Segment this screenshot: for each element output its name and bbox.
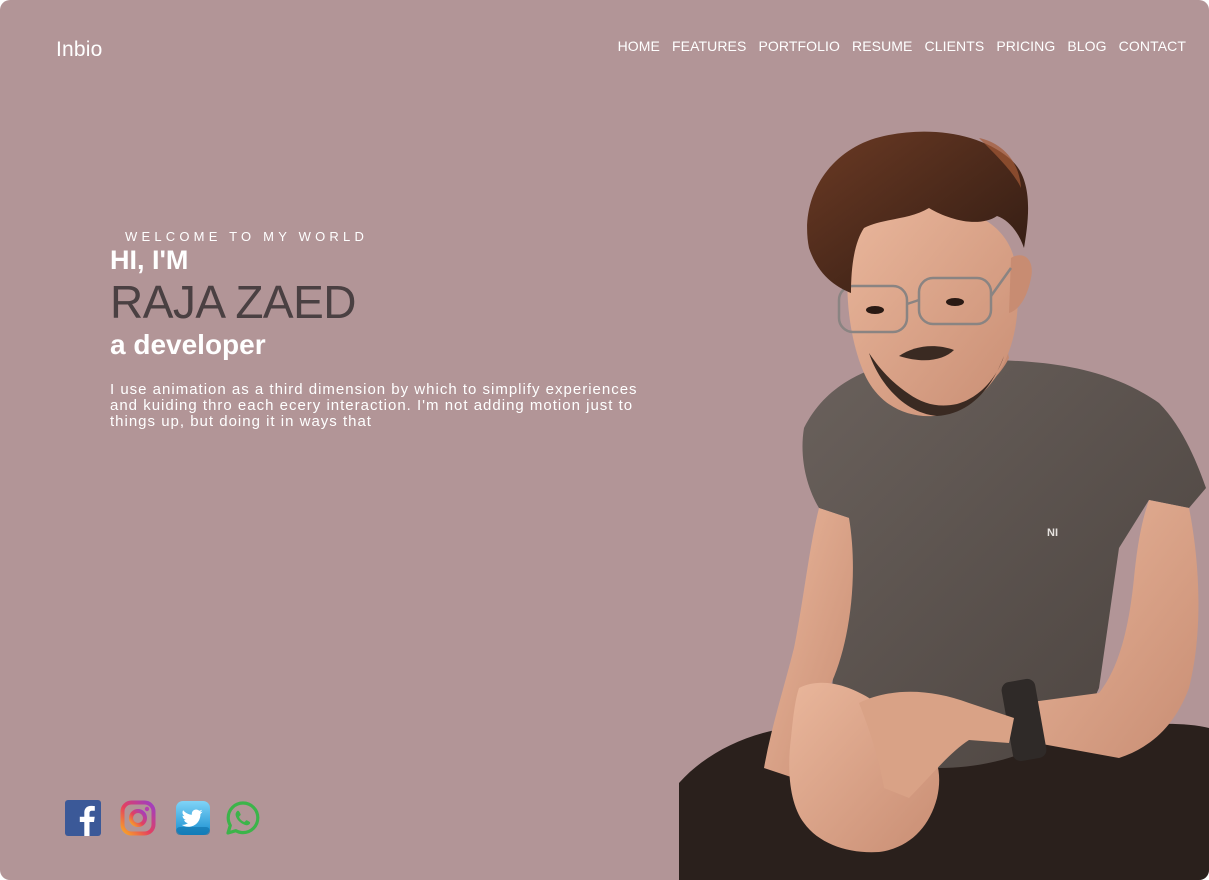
hero-description: I use animation as a third dimension by … <box>110 382 678 432</box>
greeting: HI, I'M <box>110 245 189 275</box>
twitter-icon[interactable] <box>175 800 211 836</box>
nav-features[interactable]: FEATURES <box>672 38 746 54</box>
welcome-tagline: WELCOME TO MY WORLD <box>125 229 369 244</box>
description-line: and kuiding thro each ecery interaction.… <box>110 397 634 414</box>
portrait-photo: NI <box>679 128 1209 880</box>
logo[interactable]: Inbio <box>56 38 103 62</box>
whatsapp-icon[interactable] <box>225 800 261 836</box>
nav-contact[interactable]: CONTACT <box>1119 38 1186 54</box>
main-nav: HOME FEATURES PORTFOLIO RESUME CLIENTS P… <box>618 38 1186 54</box>
hero-role: a developer <box>110 329 266 360</box>
nav-blog[interactable]: BLOG <box>1067 38 1106 54</box>
description-line: I use animation as a third dimension by … <box>110 382 638 398</box>
hero-name: RAJA ZAED <box>110 276 357 328</box>
nav-clients[interactable]: CLIENTS <box>924 38 984 54</box>
description-line: things up, but doing it in ways that <box>110 413 372 430</box>
svg-text:NI: NI <box>1047 527 1058 539</box>
nav-pricing[interactable]: PRICING <box>996 38 1055 54</box>
nav-home[interactable]: HOME <box>618 38 660 54</box>
instagram-icon[interactable] <box>120 800 156 836</box>
nav-resume[interactable]: RESUME <box>852 38 913 54</box>
facebook-icon[interactable] <box>65 800 101 836</box>
nav-portfolio[interactable]: PORTFOLIO <box>758 38 840 54</box>
hero-intro: WELCOME TO MY WORLD HI, I'M RAJA ZAED a … <box>110 229 368 361</box>
page: Inbio HOME FEATURES PORTFOLIO RESUME CLI… <box>0 0 1209 880</box>
